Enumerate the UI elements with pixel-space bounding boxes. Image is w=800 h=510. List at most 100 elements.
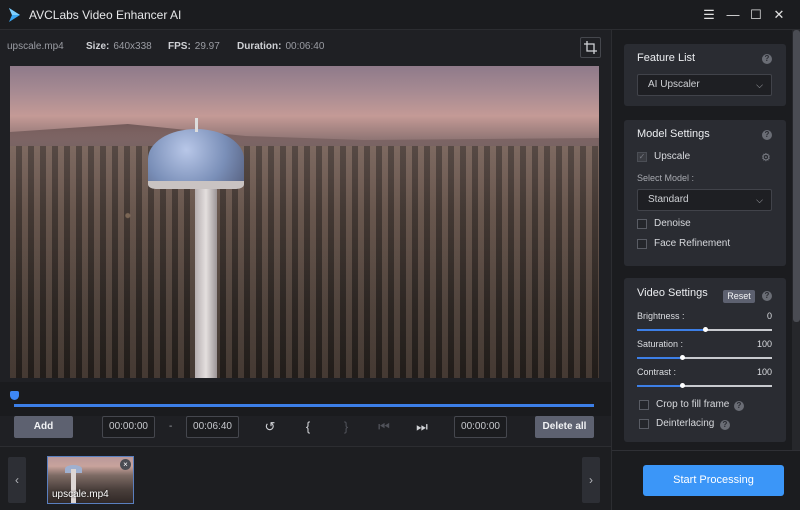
video-city	[10, 146, 599, 378]
contrast-value: 100	[756, 367, 772, 377]
upscale-label: Upscale	[654, 151, 691, 162]
model-settings-title: Model Settings	[637, 128, 710, 140]
divider	[612, 450, 800, 451]
saturation-slider-knob[interactable]	[679, 355, 685, 360]
preview-area: upscale.mp4 Size: 640x338 FPS: 29.97 Durat…	[0, 30, 611, 510]
remove-clip-icon[interactable]: ×	[120, 459, 131, 470]
model-selected: Standard	[648, 194, 689, 205]
select-model-label: Select Model :	[637, 173, 695, 183]
saturation-value: 100	[756, 339, 772, 349]
strip-next-button[interactable]: ›	[582, 457, 600, 503]
app-title: AVCLabs Video Enhancer AI	[29, 8, 182, 22]
video-settings-panel: Video Settings Reset ? Brightness : 0 Sa…	[624, 278, 786, 442]
add-button[interactable]: Add	[14, 416, 73, 438]
start-processing-button[interactable]: Start Processing	[643, 465, 784, 496]
size-label: Size:	[86, 41, 110, 52]
reset-button[interactable]: Reset	[723, 290, 755, 303]
video-spire	[195, 118, 198, 132]
trim-controls: Add 00:00:00 - 00:06:40 ↺ { } ⏮ ⏭ 00:00:…	[0, 410, 611, 446]
help-icon[interactable]: ?	[762, 291, 772, 301]
start-time-input[interactable]: 00:00:00	[102, 416, 155, 438]
brightness-slider-knob[interactable]	[702, 327, 708, 332]
history-icon[interactable]: ↺	[262, 419, 278, 435]
upscale-checkbox[interactable]: ✓	[637, 152, 647, 162]
face-refinement-option[interactable]: Face Refinement	[637, 238, 777, 252]
file-info-bar: upscale.mp4 Size: 640x338 FPS: 29.97 Durat…	[0, 30, 611, 64]
mark-out-icon[interactable]: }	[338, 419, 354, 435]
minimize-button[interactable]: —	[725, 7, 741, 23]
menu-icon[interactable]: ☰	[701, 7, 717, 23]
file-duration: Duration: 00:06:40	[237, 41, 324, 52]
feature-list-panel: Feature List ? AI Upscaler ⌵	[624, 44, 786, 106]
scrollbar-thumb[interactable]	[793, 30, 800, 322]
duration-label: Duration:	[237, 41, 282, 52]
denoise-option[interactable]: Denoise	[637, 218, 777, 232]
file-fps: FPS: 29.97	[168, 41, 220, 52]
feature-select[interactable]: AI Upscaler ⌵	[637, 74, 772, 96]
title-bar: AVCLabs Video Enhancer AI ☰ — ☐ ✕	[0, 0, 800, 30]
brightness-value: 0	[766, 311, 772, 321]
clip-strip: ‹ upscale.mp4 × ›	[0, 446, 611, 510]
help-icon[interactable]: ?	[720, 420, 730, 430]
saturation-slider[interactable]	[637, 355, 772, 360]
gear-icon[interactable]: ⚙	[761, 151, 771, 164]
timeline-track[interactable]	[14, 404, 594, 407]
contrast-label: Contrast :	[637, 367, 677, 377]
video-preview[interactable]	[10, 66, 599, 378]
brightness-label: Brightness :	[637, 311, 685, 321]
next-frame-icon[interactable]: ⏭	[414, 419, 430, 435]
deinterlacing-option[interactable]: Deinterlacing	[639, 418, 719, 432]
saturation-slider-fill	[637, 357, 682, 359]
video-tower	[195, 176, 217, 378]
deinterlacing-checkbox[interactable]	[639, 419, 649, 429]
contrast-slider-fill	[637, 385, 682, 387]
model-settings-panel: Model Settings ? ✓ Upscale ⚙ Select Mode…	[624, 120, 786, 266]
contrast-slider[interactable]	[637, 383, 772, 388]
saturation-label: Saturation :	[637, 339, 684, 349]
model-select[interactable]: Standard ⌵	[637, 189, 772, 211]
settings-panel: Feature List ? AI Upscaler ⌵ Model Setti…	[611, 30, 800, 510]
face-refinement-label: Face Refinement	[654, 238, 731, 249]
video-settings-title: Video Settings	[637, 287, 708, 299]
crop-fill-checkbox[interactable]	[639, 400, 649, 410]
duration-value: 00:06:40	[285, 41, 325, 52]
clip-thumbnail[interactable]: upscale.mp4 ×	[47, 456, 134, 504]
strip-prev-button[interactable]: ‹	[8, 457, 26, 503]
close-button[interactable]: ✕	[771, 7, 787, 23]
contrast-slider-knob[interactable]	[679, 383, 685, 388]
fps-value: 29.97	[194, 41, 220, 52]
crop-button[interactable]	[580, 37, 601, 58]
chevron-down-icon: ⌵	[756, 195, 763, 205]
maximize-button[interactable]: ☐	[748, 7, 764, 23]
brightness-slider[interactable]	[637, 327, 772, 332]
clip-name: upscale.mp4	[52, 489, 109, 500]
denoise-checkbox[interactable]	[637, 219, 647, 229]
time-separator: -	[169, 421, 173, 432]
deinterlacing-label: Deinterlacing	[656, 418, 715, 429]
size-value: 640x338	[113, 41, 152, 52]
crop-fill-label: Crop to fill frame	[656, 399, 730, 410]
denoise-label: Denoise	[654, 218, 691, 229]
mark-in-icon[interactable]: {	[300, 419, 316, 435]
delete-all-button[interactable]: Delete all	[535, 416, 594, 438]
previous-frame-icon[interactable]: ⏮	[376, 419, 392, 435]
feature-selected: AI Upscaler	[648, 79, 700, 90]
fps-label: FPS:	[168, 41, 191, 52]
playhead-marker[interactable]	[10, 391, 19, 400]
upscale-option[interactable]: ✓ Upscale	[637, 151, 777, 165]
file-size: Size: 640x338	[86, 41, 152, 52]
end-time-input[interactable]: 00:06:40	[186, 416, 239, 438]
face-refinement-checkbox[interactable]	[637, 239, 647, 249]
help-icon[interactable]: ?	[762, 130, 772, 140]
file-name: upscale.mp4	[7, 41, 64, 52]
brightness-slider-fill	[637, 329, 705, 331]
feature-list-title: Feature List	[637, 52, 696, 64]
help-icon[interactable]: ?	[734, 401, 744, 411]
current-time-input[interactable]: 00:00:00	[454, 416, 507, 438]
app-logo-icon	[9, 8, 20, 22]
help-icon[interactable]: ?	[762, 54, 772, 64]
video-dome	[148, 129, 244, 189]
crop-fill-option[interactable]: Crop to fill frame	[639, 399, 739, 413]
chevron-down-icon: ⌵	[756, 80, 763, 90]
crop-icon	[584, 41, 597, 54]
